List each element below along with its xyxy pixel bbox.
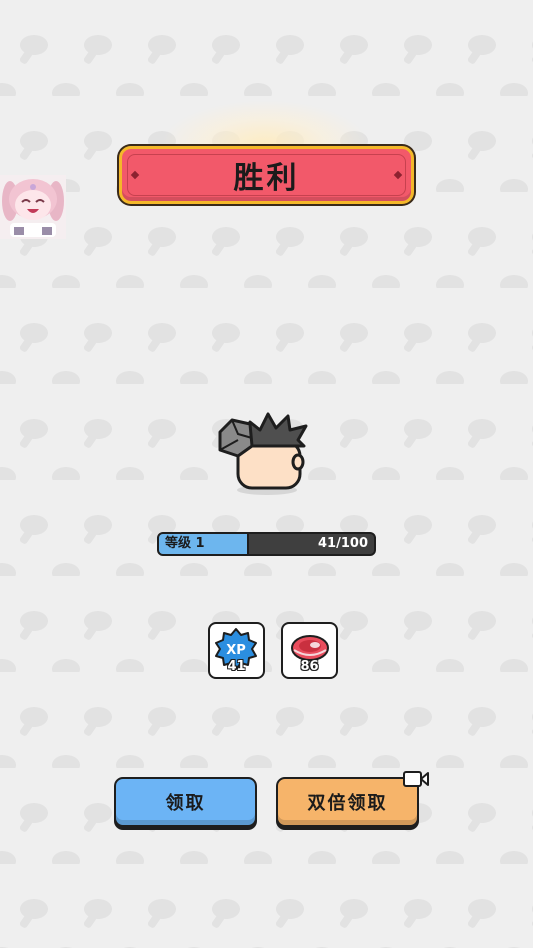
reward-meat: 86	[281, 622, 338, 679]
victory-banner: 胜利	[119, 146, 414, 204]
xp-badge-text: XP	[226, 643, 246, 658]
reward-xp: XP 41	[208, 622, 265, 679]
video-ad-icon	[403, 771, 429, 787]
avatar[interactable]	[0, 175, 66, 239]
claim-button[interactable]: 领取	[114, 777, 257, 827]
level-label: 等级 1	[165, 536, 205, 551]
hero-character	[218, 412, 308, 495]
xp-count: 41	[227, 659, 246, 674]
meat-count: 86	[300, 659, 319, 674]
level-progress-text: 41/100	[318, 536, 368, 551]
victory-title: 胜利	[233, 161, 300, 196]
double-claim-button[interactable]: 双倍领取	[276, 777, 419, 827]
level-progress-bar: 等级 1 41/100	[157, 532, 376, 556]
